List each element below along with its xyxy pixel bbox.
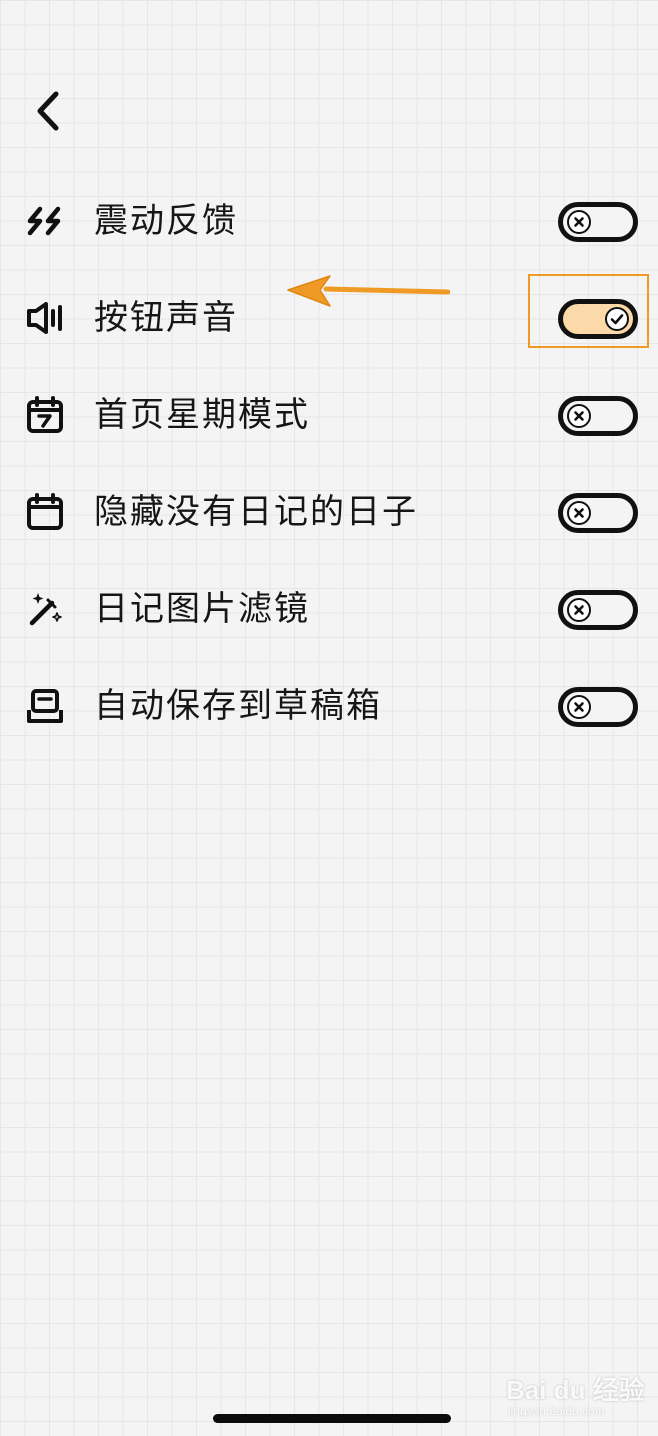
close-icon: [567, 598, 591, 622]
highlight-box: [528, 274, 649, 348]
setting-label: 自动保存到草稿箱: [94, 686, 382, 726]
close-icon: [567, 210, 591, 234]
setting-row-photo-filter: 日记图片滤镜: [0, 560, 658, 657]
vibration-feedback-toggle[interactable]: [558, 202, 638, 242]
setting-label: 震动反馈: [94, 201, 238, 241]
close-icon: [567, 695, 591, 719]
watermark-url: jingyan.baidu.com: [508, 1404, 605, 1418]
calendar-week-icon: [24, 394, 66, 436]
arrow-annotation-icon: [287, 275, 450, 307]
speaker-icon: [24, 297, 66, 339]
home-week-mode-toggle[interactable]: [558, 396, 638, 436]
watermark: Bai du 经验 jingyan.baidu.com: [500, 1362, 650, 1424]
setting-row-hide-empty-days: 隐藏没有日记的日子: [0, 463, 658, 560]
close-icon: [567, 501, 591, 525]
inbox-tray-icon: [24, 685, 66, 727]
setting-label: 按钮声音: [94, 298, 238, 338]
setting-label: 隐藏没有日记的日子: [94, 492, 418, 532]
setting-label: 首页星期模式: [94, 395, 310, 435]
chevron-left-icon: [37, 91, 59, 131]
setting-row-vibration-feedback: 震动反馈: [0, 172, 658, 269]
photo-filter-toggle[interactable]: [558, 590, 638, 630]
watermark-brand: Bai du 经验: [506, 1375, 645, 1405]
auto-save-drafts-toggle[interactable]: [558, 687, 638, 727]
close-icon: [567, 404, 591, 428]
setting-row-auto-save-drafts: 自动保存到草稿箱: [0, 657, 658, 754]
setting-label: 日记图片滤镜: [94, 589, 310, 629]
home-indicator[interactable]: [213, 1414, 451, 1423]
calendar-icon: [24, 491, 66, 533]
back-button[interactable]: [22, 86, 72, 136]
setting-row-home-week-mode: 首页星期模式: [0, 366, 658, 463]
vibration-icon: [24, 200, 66, 242]
hide-empty-days-toggle[interactable]: [558, 493, 638, 533]
magic-wand-icon: [24, 588, 66, 630]
